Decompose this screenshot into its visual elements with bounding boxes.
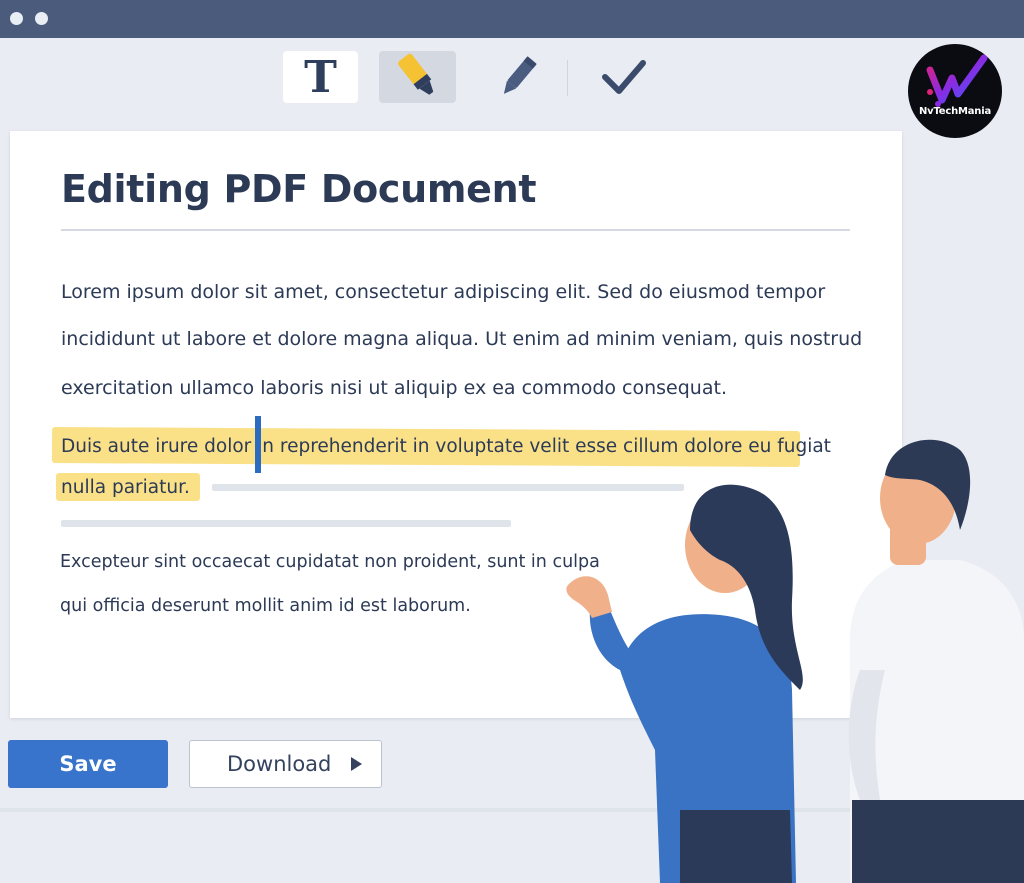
play-arrow-icon bbox=[351, 757, 363, 771]
paragraph-line[interactable]: Excepteur sint occaecat cupidatat non pr… bbox=[60, 552, 600, 572]
brand-logo: NvTechMania bbox=[908, 44, 1002, 138]
people-illustration bbox=[566, 439, 1024, 883]
paragraph-line[interactable]: incididunt ut labore et dolore magna ali… bbox=[61, 328, 862, 350]
pen-tool-button[interactable] bbox=[480, 51, 555, 103]
window-control-dot[interactable] bbox=[10, 12, 23, 25]
paragraph-line[interactable]: exercitation ullamco laboris nisi ut ali… bbox=[61, 377, 727, 399]
check-icon bbox=[601, 60, 646, 94]
paragraph-line[interactable]: Lorem ipsum dolor sit amet, consectetur … bbox=[61, 281, 825, 303]
man-figure bbox=[848, 439, 1024, 883]
woman-figure bbox=[566, 484, 803, 883]
confirm-tool-button[interactable] bbox=[585, 51, 660, 103]
save-button[interactable]: Save bbox=[8, 740, 168, 788]
text-cursor bbox=[255, 416, 261, 473]
logo-mark-icon bbox=[926, 54, 988, 107]
download-label: Download bbox=[227, 752, 332, 776]
title-divider bbox=[61, 229, 850, 231]
highlighter-tool-button[interactable] bbox=[379, 51, 456, 103]
document-title: Editing PDF Document bbox=[61, 167, 537, 211]
window-control-dot[interactable] bbox=[35, 12, 48, 25]
paragraph-line[interactable]: qui officia deserunt mollit anim id est … bbox=[60, 596, 471, 616]
logo-wordmark: NvTechMania bbox=[918, 106, 991, 117]
text-tool-button[interactable]: T bbox=[283, 51, 358, 103]
editor-toolbar: T bbox=[0, 38, 1024, 122]
pen-icon bbox=[503, 56, 537, 94]
toolbar-divider bbox=[567, 60, 568, 96]
window-titlebar bbox=[0, 0, 1024, 38]
highlighted-line[interactable]: nulla pariatur. bbox=[61, 477, 190, 498]
placeholder-line bbox=[61, 520, 511, 527]
text-icon: T bbox=[304, 51, 337, 103]
highlighter-icon bbox=[397, 53, 433, 95]
download-button[interactable]: Download bbox=[189, 740, 382, 788]
